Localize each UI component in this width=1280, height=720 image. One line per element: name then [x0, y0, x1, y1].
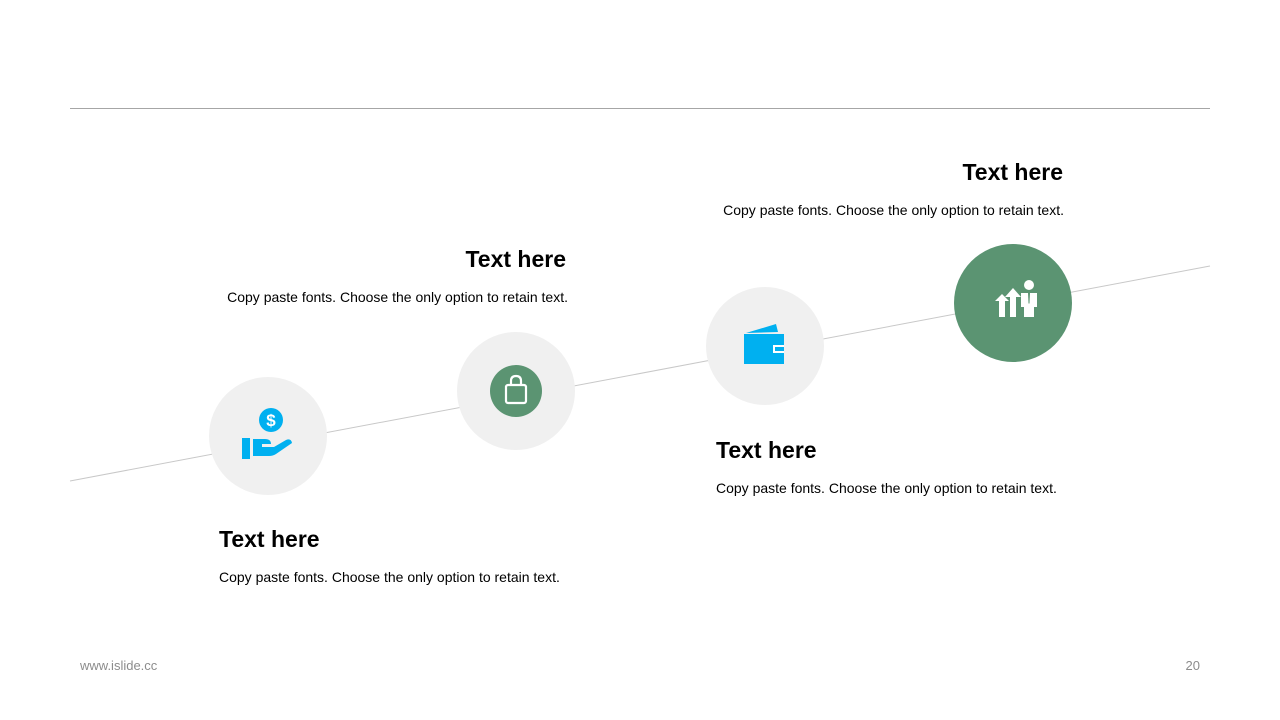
- step-4-description: Copy paste fonts. Choose the only option…: [723, 202, 1064, 218]
- growth-businessman-icon: [995, 280, 1037, 317]
- wallet-icon: [744, 324, 784, 364]
- step-4-title: Text here: [962, 159, 1063, 185]
- timeline-line: [69, 265, 1211, 482]
- step-4-circle: [954, 244, 1072, 362]
- step-1-title: Text here: [219, 526, 320, 552]
- step-2-description: Copy paste fonts. Choose the only option…: [227, 289, 568, 305]
- step-3-description: Copy paste fonts. Choose the only option…: [716, 480, 1057, 496]
- shopping-bag-icon: [490, 365, 542, 417]
- step-2-title: Text here: [465, 246, 566, 272]
- step-1-description: Copy paste fonts. Choose the only option…: [219, 569, 560, 585]
- page-number: 20: [1185, 658, 1200, 673]
- step-2-circle: [457, 332, 575, 450]
- step-1-circle: $: [209, 377, 327, 495]
- svg-text:$: $: [266, 411, 276, 430]
- step-3-circle: [706, 287, 824, 405]
- footer-website: www.islide.cc: [80, 658, 158, 673]
- step-3-title: Text here: [716, 437, 817, 463]
- hand-coin-icon: $: [242, 408, 292, 459]
